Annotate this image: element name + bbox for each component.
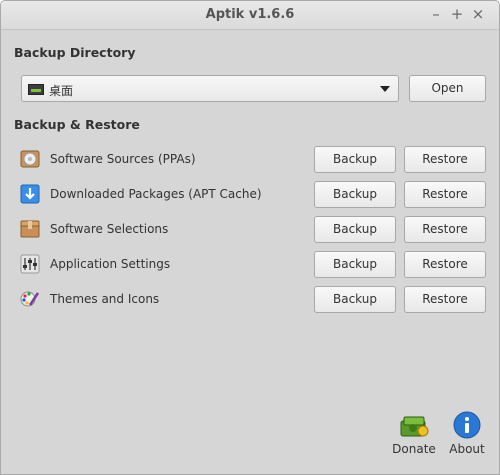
about-button[interactable]: About xyxy=(447,411,487,456)
themes-icon xyxy=(20,291,40,307)
donate-button[interactable]: Donate xyxy=(391,411,437,456)
backup-button[interactable]: Backup xyxy=(314,181,396,208)
restore-button[interactable]: Restore xyxy=(404,251,486,278)
package-icon xyxy=(20,220,40,238)
window-title: Aptik v1.6.6 xyxy=(205,7,295,22)
backup-button[interactable]: Backup xyxy=(314,216,396,243)
list-item-software-sources: Software Sources (PPAs) Backup Restore xyxy=(1,146,499,173)
minimize-button[interactable]: – xyxy=(426,5,446,23)
restore-button[interactable]: Restore xyxy=(404,146,486,173)
row-label: Downloaded Packages (APT Cache) xyxy=(50,187,262,201)
software-sources-icon xyxy=(20,150,40,168)
donate-label: Donate xyxy=(392,442,436,456)
backup-button[interactable]: Backup xyxy=(314,251,396,278)
folder-icon xyxy=(28,84,44,95)
backup-button[interactable]: Backup xyxy=(314,146,396,173)
backup-directory-value: 桌面 xyxy=(49,84,74,98)
open-button[interactable]: Open xyxy=(409,75,486,102)
restore-button[interactable]: Restore xyxy=(404,181,486,208)
restore-button[interactable]: Restore xyxy=(404,216,486,243)
backup-directory-heading: Backup Directory xyxy=(14,45,136,60)
chevron-down-icon xyxy=(380,86,390,92)
row-label: Software Sources (PPAs) xyxy=(50,152,196,166)
info-icon xyxy=(453,411,481,439)
aptik-window: Aptik v1.6.6 – + × Backup Directory 桌面 O… xyxy=(0,0,500,475)
backup-directory-select[interactable]: 桌面 xyxy=(21,75,399,102)
list-item-software-selections: Software Selections Backup Restore xyxy=(1,216,499,243)
row-label: Application Settings xyxy=(50,257,171,271)
close-button[interactable]: × xyxy=(468,5,488,23)
download-icon xyxy=(20,184,40,204)
row-label: Themes and Icons xyxy=(50,292,160,306)
about-label: About xyxy=(449,442,485,456)
backup-button[interactable]: Backup xyxy=(314,286,396,313)
list-item-application-settings: Application Settings Backup Restore xyxy=(1,251,499,278)
restore-button[interactable]: Restore xyxy=(404,286,486,313)
title-bar[interactable]: Aptik v1.6.6 – + × xyxy=(1,1,499,30)
list-item-downloaded-packages: Downloaded Packages (APT Cache) Backup R… xyxy=(1,181,499,208)
maximize-button[interactable]: + xyxy=(447,5,467,23)
donate-money-icon xyxy=(400,416,429,437)
backup-restore-heading: Backup & Restore xyxy=(14,117,140,132)
settings-sliders-icon xyxy=(20,254,40,274)
list-item-themes-icons: Themes and Icons Backup Restore xyxy=(1,286,499,313)
row-label: Software Selections xyxy=(50,222,169,236)
